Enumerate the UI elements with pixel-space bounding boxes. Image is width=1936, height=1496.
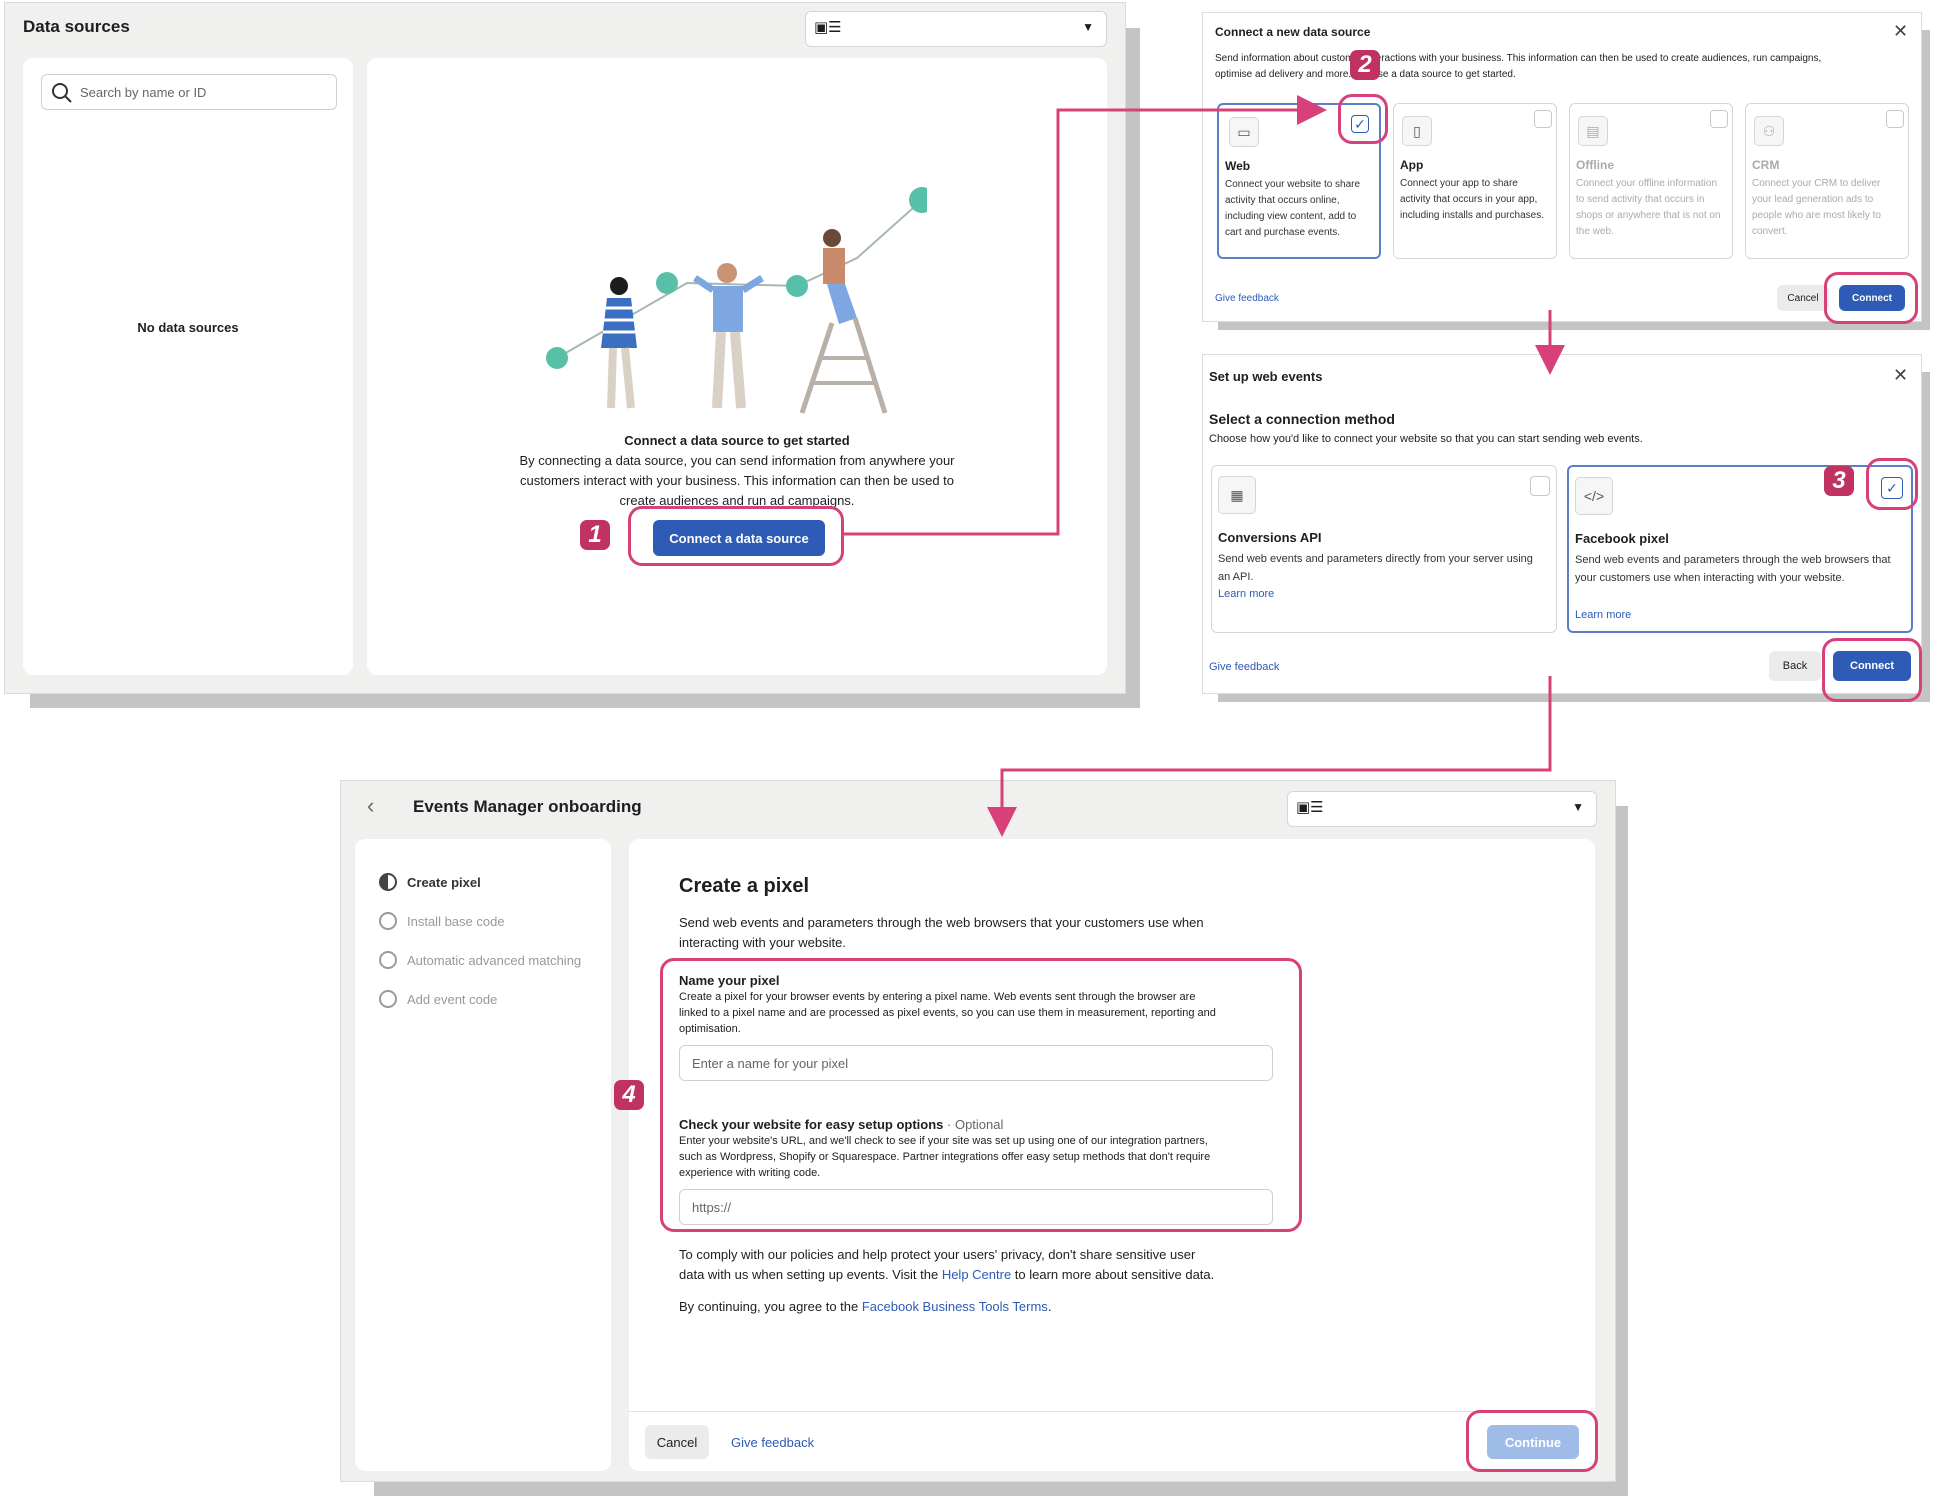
arrow-step1-to-step2 — [844, 95, 1327, 536]
arrow-step3-to-step4 — [987, 676, 1552, 837]
flow-arrows — [844, 95, 1565, 837]
